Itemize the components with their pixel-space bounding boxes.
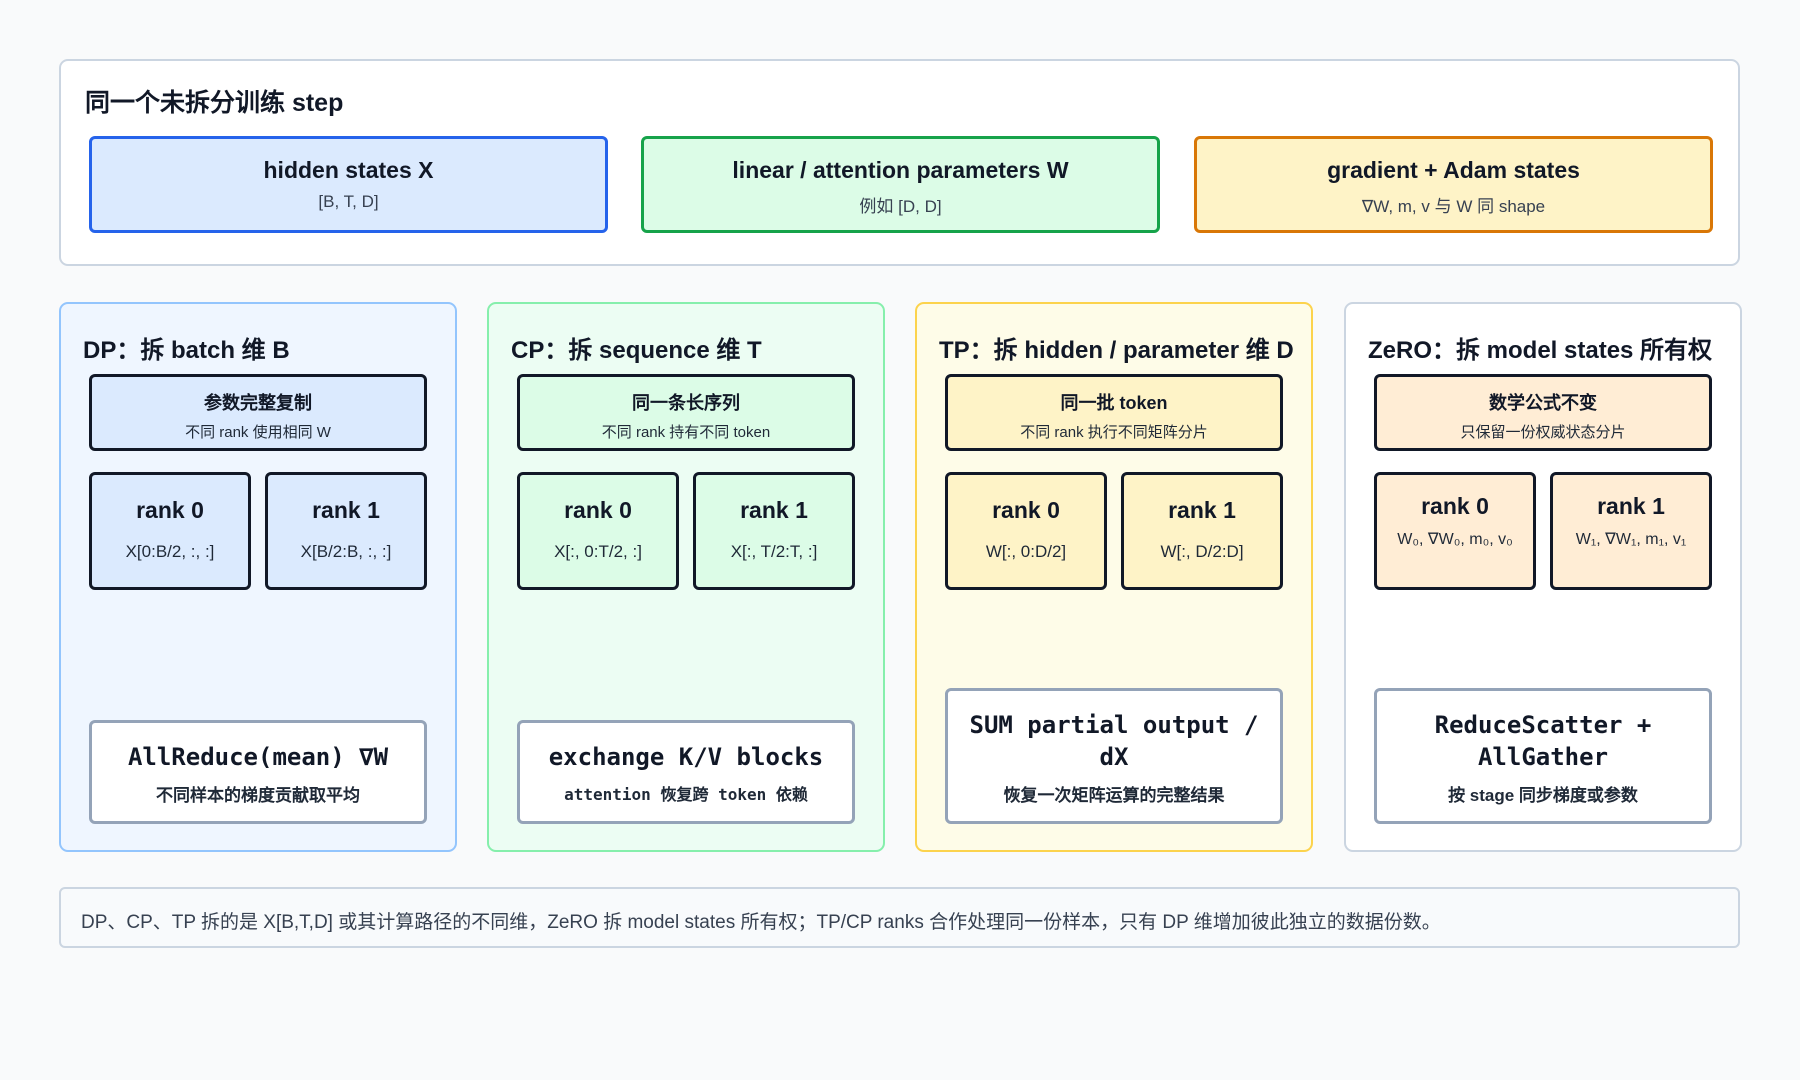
tp-rank-0-slice: W[:, 0:D/2]: [985, 542, 1067, 561]
zero-comm-sub: 按 stage 同步梯度或参数: [1448, 786, 1638, 805]
dp-rank-1-title: rank 1: [312, 497, 380, 523]
dp-comm-sub: 不同样本的梯度贡献取平均: [156, 786, 360, 805]
parameters-shape: 例如 [D, D]: [859, 197, 942, 216]
top-panel-title: 同一个未拆分训练 step: [85, 89, 344, 117]
summary-note: DP、CP、TP 拆的是 X[B,T,D] 或其计算路径的不同维，ZeRO 拆 …: [59, 887, 1740, 948]
dp-comm-title: AllReduce(mean) ∇W: [127, 743, 389, 771]
dp-title: DP：拆 batch 维 B: [83, 337, 290, 364]
cp-box-title: 同一条长序列: [632, 393, 740, 413]
tp-comm-box: SUM partial output / dX 恢复一次矩阵运算的完整结果: [945, 688, 1283, 824]
dp-rank-0: rank 0 X[0:B/2, :, :]: [89, 472, 251, 590]
cp-title: CP：拆 sequence 维 T: [511, 337, 762, 364]
tp-comm-title: SUM partial output / dX: [969, 711, 1259, 771]
zero-box-sub: 只保留一份权威状态分片: [1460, 424, 1626, 441]
tp-title: TP：拆 hidden / parameter 维 D: [939, 337, 1294, 364]
cp-rank-1-slice: X[:, T/2:T, :]: [730, 542, 818, 561]
gradient-adam-box: gradient + Adam states ∇W, m, v 与 W 同 sh…: [1194, 136, 1713, 233]
cp-rank-1: rank 1 X[:, T/2:T, :]: [693, 472, 855, 590]
dp-rank-1: rank 1 X[B/2:B, :, :]: [265, 472, 427, 590]
zero-formula-box: 数学公式不变 只保留一份权威状态分片: [1374, 374, 1712, 451]
cp-rank-0-slice: X[:, 0:T/2, :]: [554, 542, 642, 561]
tp-comm-sub: 恢复一次矩阵运算的完整结果: [1003, 786, 1225, 805]
zero-rank-1: rank 1 W₁, ∇W₁, m₁, v₁: [1550, 472, 1712, 590]
zero-comm-box: ReduceScatter + AllGather 按 stage 同步梯度或参…: [1374, 688, 1712, 824]
cp-comm-title: exchange K/V blocks: [548, 743, 824, 771]
cp-sequence-box: 同一条长序列 不同 rank 持有不同 token: [517, 374, 855, 451]
dp-box-title: 参数完整复制: [204, 393, 312, 413]
hidden-states-shape: [B, T, D]: [318, 192, 379, 211]
zero-rank-0-states: W₀, ∇W₀, m₀, v₀: [1397, 531, 1513, 548]
hidden-states-box: hidden states X [B, T, D]: [89, 136, 608, 233]
dp-column: DP：拆 batch 维 B 参数完整复制 不同 rank 使用相同 W ran…: [59, 302, 457, 852]
parameters-box: linear / attention parameters W 例如 [D, D…: [641, 136, 1160, 233]
tp-column: TP：拆 hidden / parameter 维 D 同一批 token 不同…: [915, 302, 1313, 852]
cp-comm-box: exchange K/V blocks attention 恢复跨 token …: [517, 720, 855, 824]
dp-replicate-box: 参数完整复制 不同 rank 使用相同 W: [89, 374, 427, 451]
dp-rank-1-slice: X[B/2:B, :, :]: [300, 542, 392, 561]
tp-rank-0-title: rank 0: [992, 497, 1060, 523]
cp-column: CP：拆 sequence 维 T 同一条长序列 不同 rank 持有不同 to…: [487, 302, 885, 852]
tp-rank-0: rank 0 W[:, 0:D/2]: [945, 472, 1107, 590]
parameters-title: linear / attention parameters W: [732, 157, 1069, 183]
hidden-states-title: hidden states X: [263, 157, 434, 183]
cp-rank-0: rank 0 X[:, 0:T/2, :]: [517, 472, 679, 590]
cp-comm-sub: attention 恢复跨 token 依赖: [564, 785, 808, 804]
zero-rank-1-states: W₁, ∇W₁, m₁, v₁: [1575, 531, 1687, 548]
tp-box-sub: 不同 rank 执行不同矩阵分片: [1020, 424, 1208, 441]
dp-box-sub: 不同 rank 使用相同 W: [185, 424, 331, 441]
zero-column: ZeRO：拆 model states 所有权 数学公式不变 只保留一份权威状态…: [1344, 302, 1742, 852]
tp-rank-1-slice: W[:, D/2:D]: [1160, 542, 1244, 561]
dp-comm-box: AllReduce(mean) ∇W 不同样本的梯度贡献取平均: [89, 720, 427, 824]
top-panel: 同一个未拆分训练 step hidden states X [B, T, D] …: [59, 59, 1740, 266]
cp-rank-0-title: rank 0: [564, 497, 632, 523]
gradient-adam-title: gradient + Adam states: [1327, 157, 1580, 183]
zero-box-title: 数学公式不变: [1489, 393, 1597, 413]
zero-rank-1-title: rank 1: [1597, 493, 1665, 519]
tp-rank-1: rank 1 W[:, D/2:D]: [1121, 472, 1283, 590]
zero-title: ZeRO：拆 model states 所有权: [1368, 337, 1713, 364]
cp-box-sub: 不同 rank 持有不同 token: [601, 424, 771, 441]
zero-comm-title: ReduceScatter + AllGather: [1434, 711, 1652, 771]
zero-rank-0-title: rank 0: [1421, 493, 1489, 519]
dp-rank-0-title: rank 0: [136, 497, 204, 523]
cp-rank-1-title: rank 1: [740, 497, 808, 523]
tp-box-title: 同一批 token: [1060, 393, 1168, 413]
zero-rank-0: rank 0 W₀, ∇W₀, m₀, v₀: [1374, 472, 1536, 590]
tp-token-box: 同一批 token 不同 rank 执行不同矩阵分片: [945, 374, 1283, 451]
dp-rank-0-slice: X[0:B/2, :, :]: [125, 542, 215, 561]
tp-rank-1-title: rank 1: [1168, 497, 1236, 523]
summary-note-text: DP、CP、TP 拆的是 X[B,T,D] 或其计算路径的不同维，ZeRO 拆 …: [81, 912, 1441, 933]
gradient-adam-shape: ∇W, m, v 与 W 同 shape: [1361, 197, 1546, 216]
